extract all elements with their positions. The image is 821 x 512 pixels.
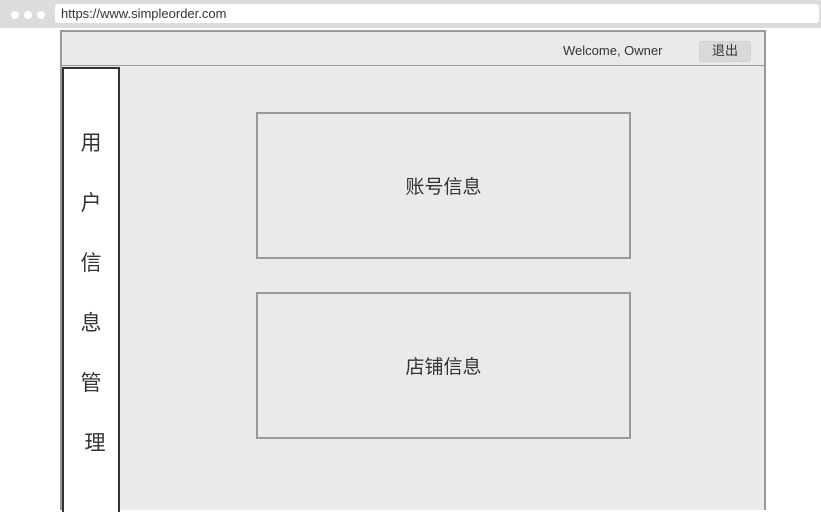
sidebar-title-char: 管 [80,371,102,395]
sidebar-user-info-management[interactable]: 用 户 信 息 管 理 [62,67,120,512]
window-dot-icon [24,11,32,19]
logout-button[interactable]: 退出 [699,41,751,62]
address-bar[interactable]: https://www.simpleorder.com [55,4,819,23]
sidebar-title-char: 用 [80,131,102,155]
store-info-label: 店铺信息 [405,356,482,378]
store-info-card[interactable]: 店铺信息 [256,292,631,439]
account-info-label: 账号信息 [405,176,482,198]
app-frame: Welcome, Owner 退出 用 户 信 息 管 理 账号信息 店铺信息 [60,30,766,512]
welcome-text: Welcome, Owner [563,43,663,58]
sidebar-title-char: 信 [80,251,102,275]
sidebar-title-char: 息 [80,311,102,335]
sidebar-title-char: 理 [84,431,106,455]
window-dot-icon [11,11,19,19]
browser-toolbar: https://www.simpleorder.com [0,0,821,28]
sidebar-title-char: 户 [80,191,102,215]
window-dot-icon [37,11,45,19]
top-header: Welcome, Owner 退出 [62,32,764,66]
account-info-card[interactable]: 账号信息 [256,112,631,259]
